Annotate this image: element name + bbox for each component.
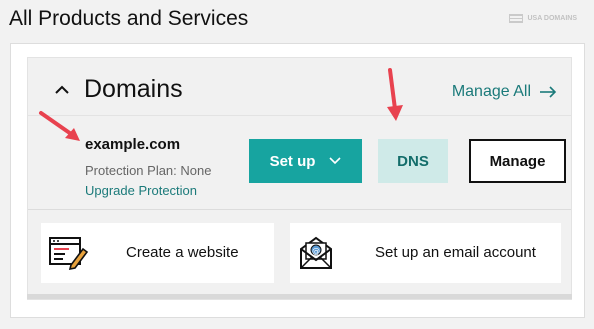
setup-button-label: Set up	[269, 152, 316, 170]
section-title: Domains	[84, 75, 183, 103]
flag-icon	[509, 14, 524, 23]
email-account-tile[interactable]: @ Set up an email account	[290, 223, 561, 283]
page-title: All Products and Services	[9, 7, 249, 30]
create-website-label: Create a website	[126, 244, 239, 261]
manage-all-link[interactable]: Manage All	[452, 83, 557, 101]
brand-watermark: USA DOMAINS	[509, 14, 577, 23]
dns-button-label: DNS	[397, 152, 429, 170]
manage-all-label: Manage All	[451, 83, 531, 100]
protection-plan-text: Protection Plan: None	[85, 163, 212, 178]
manage-button[interactable]: Manage	[469, 139, 566, 183]
manage-button-label: Manage	[489, 152, 546, 170]
create-website-tile[interactable]: Create a website	[41, 223, 274, 283]
svg-text:@: @	[312, 247, 320, 256]
chevron-up-icon	[55, 85, 69, 94]
setup-button[interactable]: Set up	[249, 139, 362, 183]
website-editor-icon	[49, 237, 89, 271]
email-envelope-icon: @	[300, 236, 332, 269]
domain-name: example.com	[85, 136, 181, 153]
arrow-right-icon	[540, 86, 557, 98]
products-panel: Domains Manage All example.com Protectio…	[10, 43, 585, 318]
collapse-button[interactable]	[52, 80, 72, 100]
watermark-text: USA DOMAINS	[527, 15, 577, 22]
chevron-down-icon	[329, 157, 341, 165]
upgrade-protection-link[interactable]: Upgrade Protection	[85, 183, 197, 198]
dns-button[interactable]: DNS	[378, 139, 448, 183]
divider	[28, 209, 571, 210]
domains-card: Domains Manage All example.com Protectio…	[27, 57, 572, 300]
card-bottom-bar	[27, 294, 572, 299]
email-account-label: Set up an email account	[375, 244, 536, 261]
